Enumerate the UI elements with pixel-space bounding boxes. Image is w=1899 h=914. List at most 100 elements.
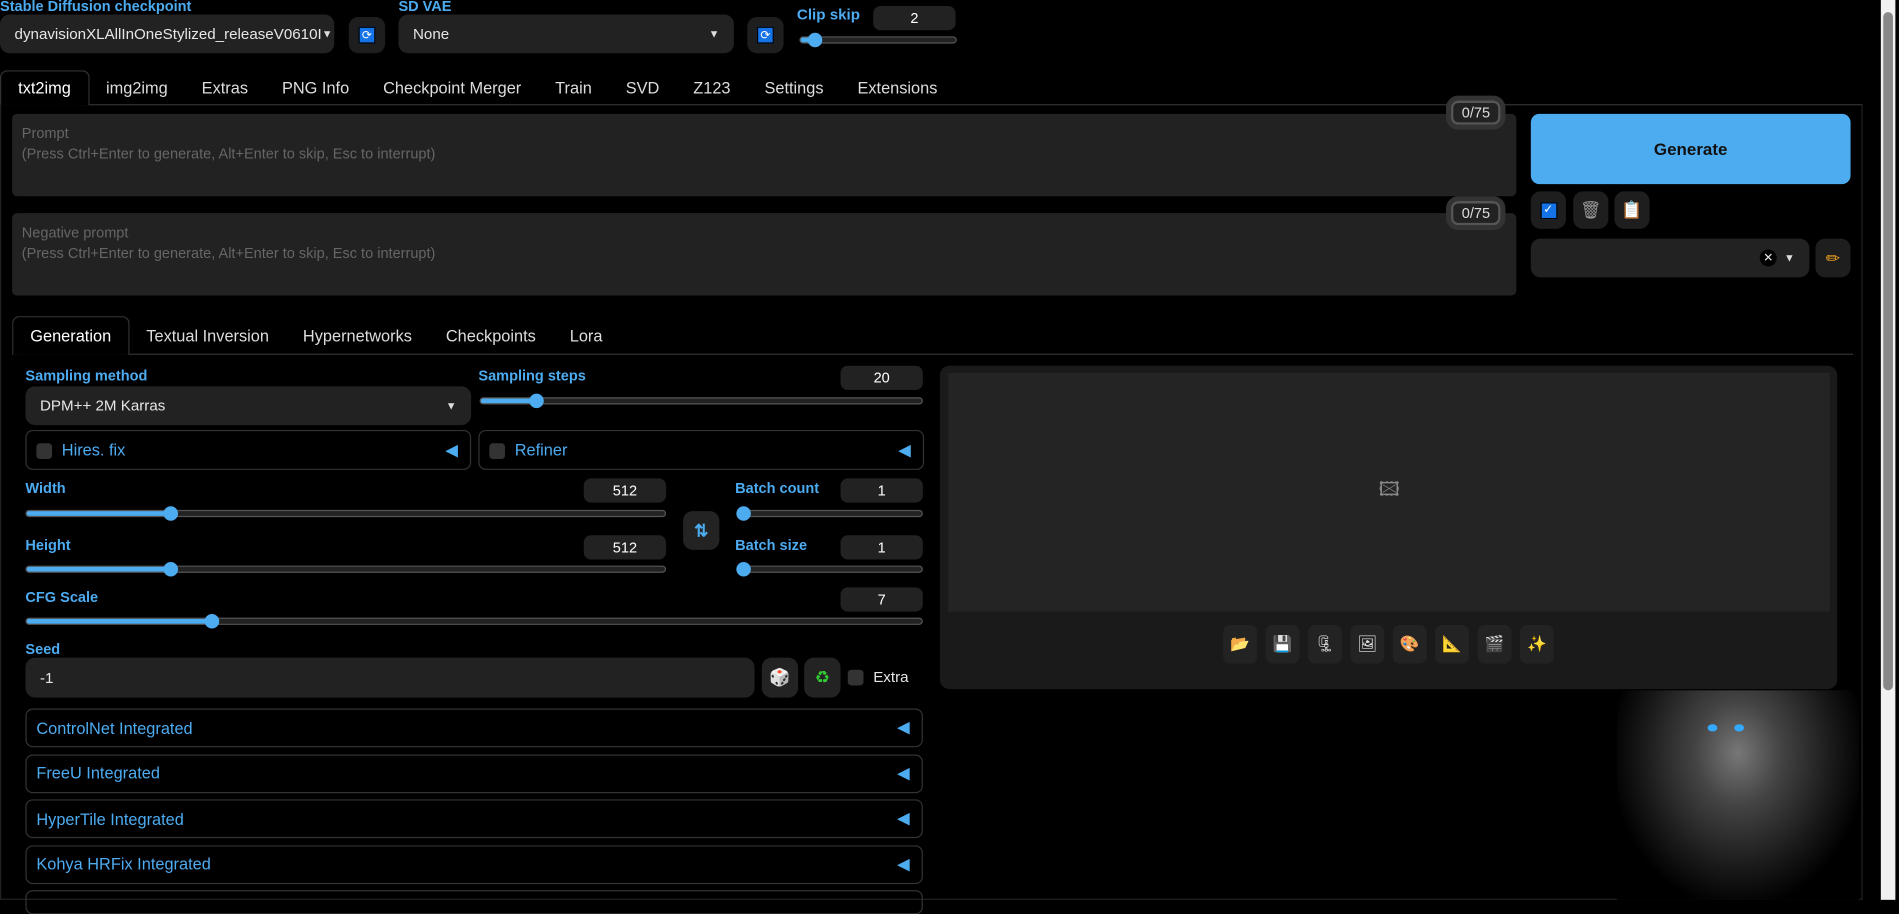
slider-fill <box>480 398 538 404</box>
clip-skip-input[interactable]: 2 <box>873 6 956 31</box>
prompt-textarea[interactable]: Prompt (Press Ctrl+Enter to generate, Al… <box>12 113 1517 197</box>
hires-fix-accordion[interactable]: Hires. fix ◀ <box>25 429 472 470</box>
output-toolbar: 📂 💾 🗜 🖼 🎨 📐 🎬 ✨ <box>1223 624 1554 664</box>
image-placeholder-icon: 🖾 <box>1378 479 1400 501</box>
refiner-label: Refiner <box>514 440 568 460</box>
sampling-method-dropdown[interactable]: DPM++ 2M Karras ▼ <box>25 386 472 426</box>
clear-prompt-button[interactable]: 🗑 <box>1573 191 1609 229</box>
cfg-scale-label: CFG Scale <box>25 588 99 606</box>
accordion-label: HyperTile Integrated <box>36 809 184 828</box>
refresh-checkpoint-button[interactable]: ⟳ <box>348 16 386 54</box>
tab-settings[interactable]: Settings <box>747 71 840 105</box>
tab-txt2img[interactable]: txt2img <box>0 70 90 106</box>
tab-extras[interactable]: Extras <box>185 71 265 105</box>
extra-checkbox[interactable] <box>847 669 864 686</box>
checkpoint-value: dynavisionXLAllInOneStylized_releaseV061… <box>14 25 322 43</box>
height-slider[interactable] <box>25 561 667 577</box>
slider-thumb[interactable] <box>807 32 822 48</box>
subtab-checkpoints[interactable]: Checkpoints <box>429 317 553 355</box>
output-tool-button[interactable]: 💾 <box>1265 624 1300 664</box>
tab-checkpoint-merger[interactable]: Checkpoint Merger <box>366 71 538 105</box>
tab-z123[interactable]: Z123 <box>676 71 747 105</box>
batch-count-slider[interactable] <box>736 506 923 521</box>
batch-size-slider[interactable] <box>736 561 923 577</box>
accordion-label: ControlNet Integrated <box>36 718 193 737</box>
subtab-textual-inversion[interactable]: Textual Inversion <box>129 317 286 355</box>
sampling-steps-label: Sampling steps <box>478 366 586 384</box>
output-tool-button[interactable]: 🗜 <box>1307 624 1342 664</box>
background-character-image <box>1616 690 1860 900</box>
tab-png-info[interactable]: PNG Info <box>265 71 366 105</box>
paste-prompt-button[interactable]: 📋 <box>1614 191 1650 229</box>
output-tool-button[interactable]: 📐 <box>1435 624 1470 664</box>
output-tool-button[interactable]: 📂 <box>1223 624 1258 664</box>
output-tool-button[interactable]: ✨ <box>1519 624 1554 664</box>
cfg-scale-input[interactable]: 7 <box>840 587 923 612</box>
output-tool-button[interactable]: 🎬 <box>1477 624 1512 664</box>
clip-skip-label: Clip skip <box>796 6 860 24</box>
slider-thumb[interactable] <box>163 561 179 577</box>
hires-fix-checkbox[interactable] <box>36 443 53 459</box>
extra-seed-option[interactable]: Extra <box>847 668 909 686</box>
width-label: Width <box>25 479 66 497</box>
checkpoint-dropdown[interactable]: dynavisionXLAllInOneStylized_releaseV061… <box>0 14 335 54</box>
height-input[interactable]: 512 <box>583 535 667 560</box>
vae-value: None <box>412 25 450 43</box>
batch-count-label: Batch count <box>735 479 820 497</box>
styles-dropdown[interactable]: ✕ ▼ <box>1530 238 1810 278</box>
seed-input[interactable]: -1 <box>25 657 755 698</box>
clear-icon[interactable]: ✕ <box>1759 249 1777 267</box>
edit-styles-button[interactable]: ✏ <box>1815 238 1851 278</box>
scrollbar-thumb[interactable] <box>1883 12 1893 691</box>
accordion-controlnet-integrated[interactable]: ControlNet Integrated ◀ <box>25 708 923 748</box>
show-extra-networks-button[interactable]: ✓ <box>1530 191 1566 229</box>
chevron-down-icon: ▼ <box>321 27 333 40</box>
swap-dimensions-button[interactable]: ⇅ <box>683 511 720 550</box>
extra-label: Extra <box>873 668 909 686</box>
accordion-freeu-integrated[interactable]: FreeU Integrated ◀ <box>25 753 923 793</box>
collapse-icon: ◀ <box>896 809 910 828</box>
output-tool-button[interactable]: 🎨 <box>1392 624 1427 664</box>
cfg-scale-slider[interactable] <box>25 614 923 629</box>
sampling-method-value: DPM++ 2M Karras <box>39 397 166 415</box>
slider-thumb[interactable] <box>736 506 751 521</box>
slider-thumb[interactable] <box>204 614 220 629</box>
accordion-label: FreeU Integrated <box>36 764 160 783</box>
accordion-kohya-hrfix-integrated[interactable]: Kohya HRFix Integrated ◀ <box>25 844 923 884</box>
clip-skip-slider[interactable] <box>799 32 957 48</box>
slider-thumb[interactable] <box>163 506 179 521</box>
output-tool-button[interactable]: 🖼 <box>1350 624 1385 664</box>
scrollbar[interactable] <box>1880 0 1896 900</box>
refiner-checkbox[interactable] <box>489 443 506 459</box>
accordion-hypertile-integrated[interactable]: HyperTile Integrated ◀ <box>25 799 923 839</box>
slider-thumb[interactable] <box>736 561 751 577</box>
tab-svd[interactable]: SVD <box>609 71 677 105</box>
refiner-accordion[interactable]: Refiner ◀ <box>478 429 925 470</box>
tab-img2img[interactable]: img2img <box>89 71 185 105</box>
collapse-icon: ◀ <box>445 440 458 459</box>
reuse-seed-button[interactable]: ♻ <box>804 657 841 698</box>
refresh-icon: ⟳ <box>358 26 376 44</box>
batch-size-label: Batch size <box>735 536 808 554</box>
sampling-steps-input[interactable]: 20 <box>840 365 923 390</box>
output-panel: 🖾 📂 💾 🗜 🖼 🎨 📐 🎬 ✨ <box>939 365 1838 690</box>
tab-extensions[interactable]: Extensions <box>840 71 954 105</box>
random-seed-button[interactable]: 🎲 <box>761 657 799 698</box>
batch-size-input[interactable]: 1 <box>840 535 923 560</box>
slider-fill <box>26 618 212 624</box>
sampling-steps-slider[interactable] <box>479 393 923 409</box>
vae-dropdown[interactable]: None ▼ <box>398 14 734 54</box>
subtab-lora[interactable]: Lora <box>553 317 620 355</box>
batch-count-input[interactable]: 1 <box>840 478 923 503</box>
width-input[interactable]: 512 <box>583 478 667 503</box>
negative-prompt-textarea[interactable]: Negative prompt (Press Ctrl+Enter to gen… <box>12 213 1517 296</box>
refresh-vae-button[interactable]: ⟳ <box>747 16 784 54</box>
subtab-hypernetworks[interactable]: Hypernetworks <box>286 317 429 355</box>
tab-train[interactable]: Train <box>538 71 609 105</box>
character-eye <box>1707 724 1718 732</box>
width-slider[interactable] <box>25 506 667 521</box>
accordion-more[interactable] <box>25 890 923 914</box>
subtab-generation[interactable]: Generation <box>12 316 130 355</box>
pencil-icon: ✏ <box>1825 247 1841 268</box>
generate-button[interactable]: Generate <box>1530 113 1851 185</box>
